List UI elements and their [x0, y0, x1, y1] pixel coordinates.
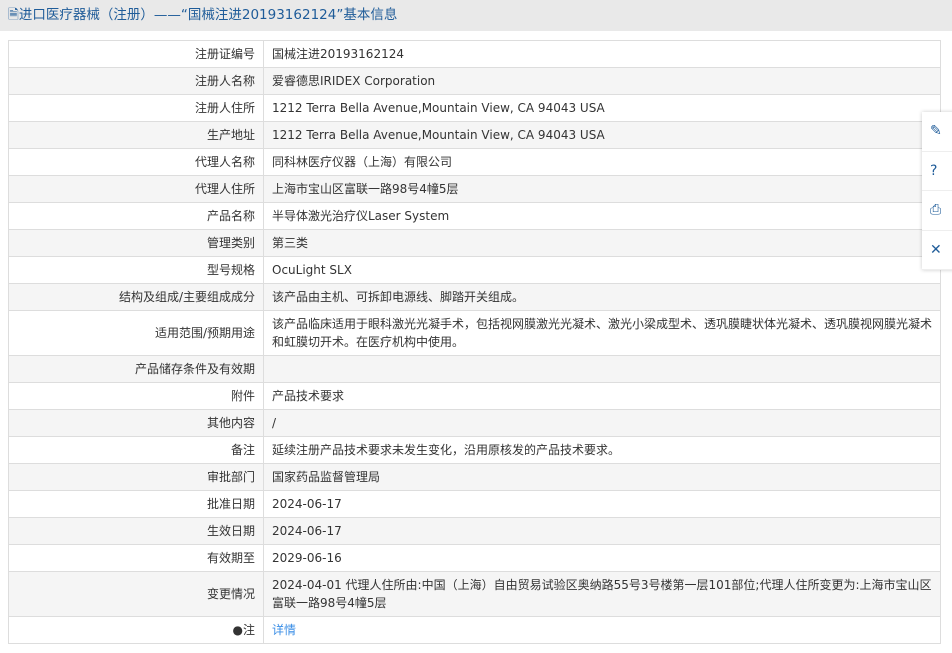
table-row: 注册人名称 爱睿德思IRIDEX Corporation	[8, 67, 941, 95]
field-label: 其他内容	[8, 409, 264, 437]
field-label: 结构及组成/主要组成成分	[8, 283, 264, 311]
side-toolbar: ✎? ⎙ ✕	[922, 112, 952, 270]
field-value	[263, 355, 941, 383]
field-label: 型号规格	[8, 256, 264, 284]
field-value: 上海市宝山区富联一路98号4幢5层	[263, 175, 941, 203]
table-row: 结构及组成/主要组成成分 该产品由主机、可拆卸电源线、脚踏开关组成。	[8, 283, 941, 311]
field-label: 代理人住所	[8, 175, 264, 203]
edit-button[interactable]: ✎	[922, 112, 952, 152]
field-label: 注册人住所	[8, 94, 264, 122]
details-link[interactable]: 详情	[272, 623, 296, 637]
field-value: OcuLight SLX	[263, 256, 941, 284]
table-row: 管理类别 第三类	[8, 229, 941, 257]
field-value: 2024-06-17	[263, 517, 941, 545]
field-label: 注册证编号	[8, 40, 264, 68]
field-value: 该产品由主机、可拆卸电源线、脚踏开关组成。	[263, 283, 941, 311]
pin-icon: ●	[232, 623, 243, 637]
field-label: 备注	[8, 436, 264, 464]
page-title: 🗎进口医疗器械（注册）——“国械注进20193162124”基本信息	[0, 0, 952, 31]
table-row: 注册证编号 国械注进20193162124	[8, 40, 941, 68]
table-row: 附件 产品技术要求	[8, 382, 941, 410]
table-row: 审批部门 国家药品监督管理局	[8, 463, 941, 491]
field-value: /	[263, 409, 941, 437]
field-value: 同科林医疗仪器（上海）有限公司	[263, 148, 941, 176]
document-icon: 🗎	[8, 7, 19, 23]
edit-icon: ✎	[930, 123, 942, 139]
print-button[interactable]: ⎙	[922, 191, 952, 231]
table-row: 适用范围/预期用途 该产品临床适用于眼科激光光凝手术，包括视网膜激光光凝术、激光小…	[8, 310, 941, 356]
table-row: 型号规格 OcuLight SLX	[8, 256, 941, 284]
field-value: 国械注进20193162124	[263, 40, 941, 68]
table-row: 代理人住所 上海市宝山区富联一路98号4幢5层	[8, 175, 941, 203]
field-label: 审批部门	[8, 463, 264, 491]
table-row: 其他内容 /	[8, 409, 941, 437]
table-row: 备注 延续注册产品技术要求未发生变化，沿用原核发的产品技术要求。	[8, 436, 941, 464]
table-row: 有效期至 2029-06-16	[8, 544, 941, 572]
field-value: 第三类	[263, 229, 941, 257]
field-value: 该产品临床适用于眼科激光光凝手术，包括视网膜激光光凝术、激光小梁成型术、透巩膜睫…	[263, 310, 941, 356]
close-button[interactable]: ✕	[922, 231, 952, 270]
field-value: 产品技术要求	[263, 382, 941, 410]
table-row: 生效日期 2024-06-17	[8, 517, 941, 545]
field-label: 附件	[8, 382, 264, 410]
info-table: 注册证编号 国械注进20193162124 注册人名称 爱睿德思IRIDEX Corp…	[8, 40, 941, 644]
field-value: 2024-06-17	[263, 490, 941, 518]
field-label: 变更情况	[8, 571, 264, 617]
field-label: 批准日期	[8, 490, 264, 518]
field-value: 1212 Terra Bella Avenue,Mountain View, C…	[263, 94, 941, 122]
table-row: 产品名称 半导体激光治疗仪Laser System	[8, 202, 941, 230]
field-value: 2024-04-01 代理人住所由:中国（上海）自由贸易试验区奥纳路55号3号楼…	[263, 571, 941, 617]
field-label: 产品名称	[8, 202, 264, 230]
table-row: 产品储存条件及有效期	[8, 355, 941, 383]
field-value: 国家药品监督管理局	[263, 463, 941, 491]
print-icon: ⎙	[930, 202, 942, 218]
help-icon: ?	[930, 162, 938, 179]
close-icon: ✕	[930, 241, 942, 258]
table-row: 代理人名称 同科林医疗仪器（上海）有限公司	[8, 148, 941, 176]
field-value: 1212 Terra Bella Avenue,Mountain View, C…	[263, 121, 941, 149]
field-label: 管理类别	[8, 229, 264, 257]
field-label: 有效期至	[8, 544, 264, 572]
table-row: 变更情况 2024-04-01 代理人住所由:中国（上海）自由贸易试验区奥纳路55…	[8, 571, 941, 617]
field-label: ●注	[8, 616, 264, 644]
field-value: 爱睿德思IRIDEX Corporation	[263, 67, 941, 95]
field-value: 半导体激光治疗仪Laser System	[263, 202, 941, 230]
table-row: ●注 详情	[8, 616, 941, 644]
table-row: 注册人住所 1212 Terra Bella Avenue,Mountain Vi…	[8, 94, 941, 122]
field-label: 产品储存条件及有效期	[8, 355, 264, 383]
field-value: 2029-06-16	[263, 544, 941, 572]
table-row: 生产地址 1212 Terra Bella Avenue,Mountain Vie…	[8, 121, 941, 149]
table-row: 批准日期 2024-06-17	[8, 490, 941, 518]
field-value: 详情	[263, 616, 941, 644]
field-value: 延续注册产品技术要求未发生变化，沿用原核发的产品技术要求。	[263, 436, 941, 464]
field-label: 注册人名称	[8, 67, 264, 95]
field-label: 代理人名称	[8, 148, 264, 176]
help-button[interactable]: ?	[922, 152, 952, 191]
field-label: 适用范围/预期用途	[8, 310, 264, 356]
field-label: 生效日期	[8, 517, 264, 545]
field-label: 生产地址	[8, 121, 264, 149]
